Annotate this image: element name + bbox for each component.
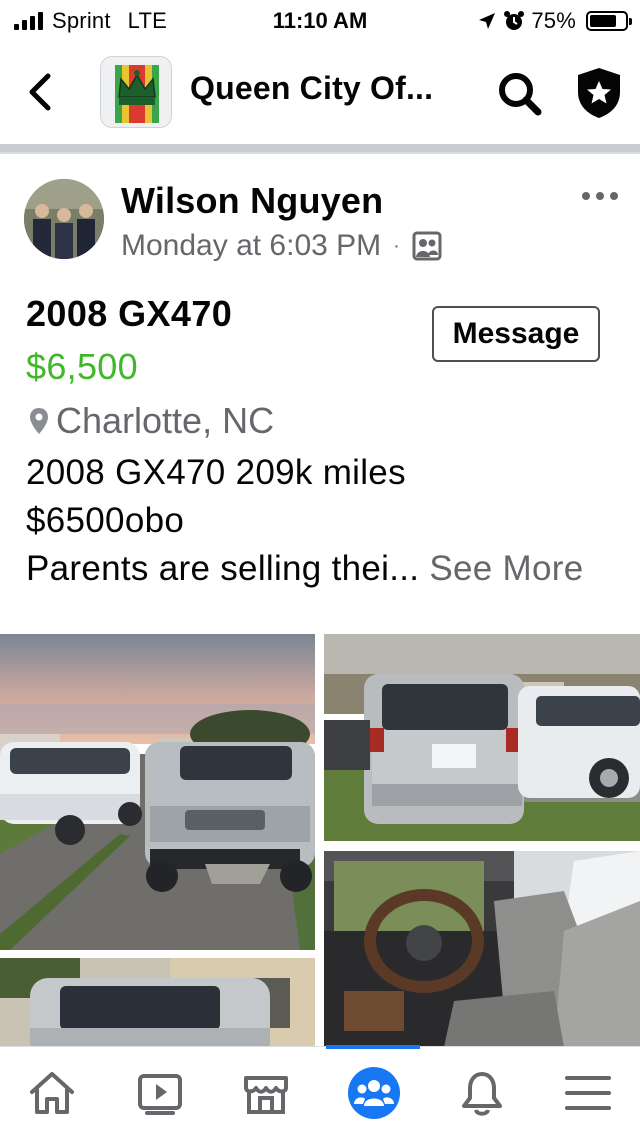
author-name[interactable]: Wilson Nguyen	[121, 180, 383, 222]
tab-watch[interactable]	[128, 1061, 192, 1125]
marketplace-icon	[244, 1076, 288, 1114]
shield-star-icon	[578, 68, 620, 118]
group-header: Queen City Of...	[0, 40, 640, 144]
battery-percent: 75%	[531, 8, 576, 33]
home-icon	[30, 1072, 74, 1114]
group-logo-image	[101, 57, 171, 127]
post-body-line-3: Parents are selling thei... See More	[26, 549, 583, 589]
listing-photo-3[interactable]	[324, 851, 640, 1047]
group-title[interactable]: Queen City Of...	[190, 70, 460, 107]
active-tab-indicator	[326, 1045, 420, 1049]
gx470-side-photo	[0, 958, 315, 1047]
bottom-tab-bar	[0, 1045, 640, 1136]
more-dots-icon	[582, 192, 590, 200]
tab-groups[interactable]	[342, 1061, 406, 1125]
tab-home[interactable]	[20, 1061, 84, 1125]
tab-menu[interactable]	[556, 1061, 620, 1125]
watch-icon	[138, 1074, 182, 1115]
listing-title: 2008 GX470	[26, 293, 233, 334]
tab-marketplace[interactable]	[234, 1061, 298, 1125]
gx470-rear-photo	[324, 634, 640, 841]
see-more-link[interactable]: See More	[429, 549, 583, 588]
group-avatar[interactable]	[100, 56, 172, 128]
post-meta: Monday at 6:03 PM ·	[121, 229, 442, 263]
gx470-front-photo	[0, 634, 315, 950]
post-timestamp[interactable]: Monday at 6:03 PM	[121, 229, 381, 263]
post-body-truncated: Parents are selling thei...	[26, 549, 420, 588]
location-arrow-icon	[479, 13, 496, 29]
battery-icon	[586, 11, 632, 31]
listing-photo-2[interactable]	[324, 634, 640, 841]
post-body-line-1: 2008 GX470 209k miles	[26, 453, 406, 492]
menu-icon	[565, 1076, 611, 1110]
more-dot	[596, 192, 604, 200]
groups-icon	[348, 1067, 400, 1119]
listing-location-text: Charlotte, NC	[56, 400, 275, 441]
post-options-button[interactable]	[580, 184, 620, 208]
listing-photo-4[interactable]	[0, 958, 315, 1047]
meta-separator: ·	[393, 234, 400, 257]
location-pin-icon	[30, 408, 48, 434]
listing-price: $6,500	[26, 346, 138, 387]
author-avatar[interactable]	[24, 179, 104, 259]
status-right: 75%	[477, 8, 632, 34]
tab-notifications[interactable]	[450, 1061, 514, 1125]
gx470-interior-photo	[324, 851, 640, 1047]
header-divider	[0, 144, 640, 154]
listing-photo-1[interactable]	[0, 634, 315, 950]
listing-location: Charlotte, NC	[28, 400, 274, 442]
search-button[interactable]	[496, 70, 544, 118]
notifications-icon	[462, 1072, 502, 1116]
group-members-icon	[412, 231, 442, 261]
admin-tools-button[interactable]	[574, 66, 624, 120]
message-seller-button[interactable]: Message	[432, 306, 600, 362]
alarm-clock-icon	[504, 11, 525, 30]
back-button[interactable]	[22, 70, 58, 114]
chevron-left-icon	[29, 73, 51, 111]
more-dot	[610, 192, 618, 200]
author-photo	[24, 179, 104, 259]
status-bar: Sprint LTE 11:10 AM 75%	[0, 0, 640, 40]
post-body-line-2: $6500obo	[26, 501, 185, 540]
search-icon	[499, 73, 542, 116]
